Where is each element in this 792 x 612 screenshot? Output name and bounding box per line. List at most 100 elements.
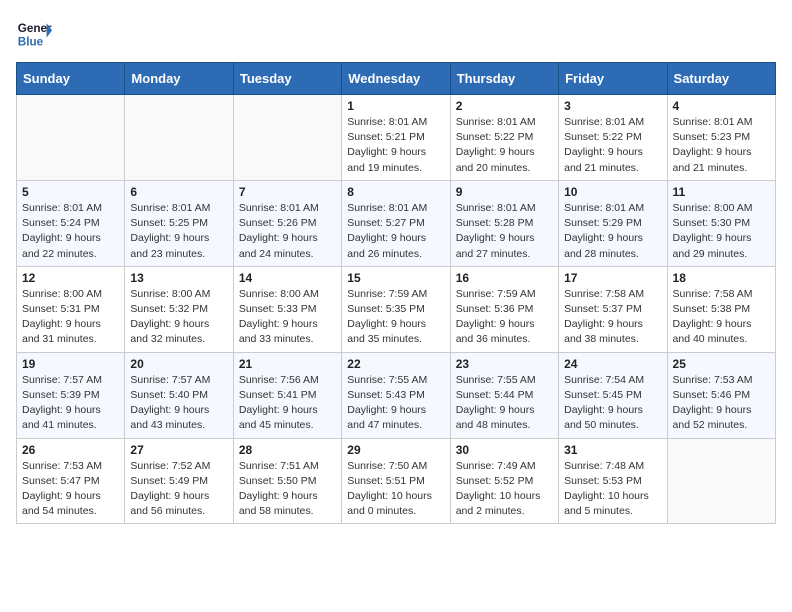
weekday-saturday: Saturday: [667, 63, 775, 95]
day-info: Sunrise: 8:01 AMSunset: 5:23 PMDaylight:…: [673, 115, 770, 176]
day-number: 9: [456, 185, 553, 199]
calendar-cell: 3Sunrise: 8:01 AMSunset: 5:22 PMDaylight…: [559, 95, 667, 181]
calendar-cell: 27 Sunrise: 7:52 AMSunset: 5:49 PMDayligh…: [125, 438, 233, 524]
day-info: Sunrise: 7:56 AMSunset: 5:41 PMDaylight:…: [239, 373, 336, 434]
day-info: Sunrise: 8:01 AMSunset: 5:28 PMDaylight:…: [456, 201, 553, 262]
day-info: Sunrise: 8:01 AMSunset: 5:24 PMDaylight:…: [22, 201, 119, 262]
calendar-cell: 11Sunrise: 8:00 AMSunset: 5:30 PMDayligh…: [667, 180, 775, 266]
calendar-cell: 6 Sunrise: 8:01 AMSunset: 5:25 PMDaylight…: [125, 180, 233, 266]
calendar-cell: 4 Sunrise: 8:01 AMSunset: 5:23 PMDaylight…: [667, 95, 775, 181]
calendar-cell: 14 Sunrise: 8:00 AMSunset: 5:33 PMDayligh…: [233, 266, 341, 352]
day-info: Sunrise: 7:58 AMSunset: 5:37 PMDaylight:…: [564, 287, 661, 348]
day-info: Sunrise: 7:55 AMSunset: 5:44 PMDaylight:…: [456, 373, 553, 434]
day-info: Sunrise: 8:01 AMSunset: 5:29 PMDaylight:…: [564, 201, 661, 262]
day-info: Sunrise: 7:48 AMSunset: 5:53 PMDaylight:…: [564, 459, 661, 520]
calendar-cell: 9 Sunrise: 8:01 AMSunset: 5:28 PMDaylight…: [450, 180, 558, 266]
day-number: 7: [239, 185, 336, 199]
day-number: 29: [347, 443, 444, 457]
weekday-tuesday: Tuesday: [233, 63, 341, 95]
day-info: Sunrise: 7:50 AMSunset: 5:51 PMDaylight:…: [347, 459, 444, 520]
calendar-cell: 21 Sunrise: 7:56 AMSunset: 5:41 PMDayligh…: [233, 352, 341, 438]
day-info: Sunrise: 8:01 AMSunset: 5:26 PMDaylight:…: [239, 201, 336, 262]
day-info: Sunrise: 8:00 AMSunset: 5:31 PMDaylight:…: [22, 287, 119, 348]
calendar-week-2: 5Sunrise: 8:01 AMSunset: 5:24 PMDaylight…: [17, 180, 776, 266]
day-info: Sunrise: 7:59 AMSunset: 5:35 PMDaylight:…: [347, 287, 444, 348]
calendar-header: SundayMondayTuesdayWednesdayThursdayFrid…: [17, 63, 776, 95]
day-number: 10: [564, 185, 661, 199]
day-info: Sunrise: 7:58 AMSunset: 5:38 PMDaylight:…: [673, 287, 770, 348]
calendar-table: SundayMondayTuesdayWednesdayThursdayFrid…: [16, 62, 776, 524]
day-number: 30: [456, 443, 553, 457]
day-number: 22: [347, 357, 444, 371]
calendar-cell: 17 Sunrise: 7:58 AMSunset: 5:37 PMDayligh…: [559, 266, 667, 352]
calendar-week-1: 1Sunrise: 8:01 AMSunset: 5:21 PMDaylight…: [17, 95, 776, 181]
day-info: Sunrise: 8:00 AMSunset: 5:32 PMDaylight:…: [130, 287, 227, 348]
calendar-cell: 28 Sunrise: 7:51 AMSunset: 5:50 PMDayligh…: [233, 438, 341, 524]
day-info: Sunrise: 8:01 AMSunset: 5:27 PMDaylight:…: [347, 201, 444, 262]
calendar-cell: 19Sunrise: 7:57 AMSunset: 5:39 PMDayligh…: [17, 352, 125, 438]
day-number: 12: [22, 271, 119, 285]
calendar-cell: 7 Sunrise: 8:01 AMSunset: 5:26 PMDaylight…: [233, 180, 341, 266]
day-number: 14: [239, 271, 336, 285]
page-header: General Blue: [16, 16, 776, 52]
calendar-cell: 26 Sunrise: 7:53 AMSunset: 5:47 PMDayligh…: [17, 438, 125, 524]
calendar-cell: [17, 95, 125, 181]
calendar-cell: 13 Sunrise: 8:00 AMSunset: 5:32 PMDayligh…: [125, 266, 233, 352]
calendar-cell: 30 Sunrise: 7:49 AMSunset: 5:52 PMDayligh…: [450, 438, 558, 524]
svg-text:Blue: Blue: [18, 36, 44, 49]
weekday-wednesday: Wednesday: [342, 63, 450, 95]
day-info: Sunrise: 8:00 AMSunset: 5:33 PMDaylight:…: [239, 287, 336, 348]
day-info: Sunrise: 7:51 AMSunset: 5:50 PMDaylight:…: [239, 459, 336, 520]
logo-icon: General Blue: [16, 16, 52, 52]
calendar-cell: 29 Sunrise: 7:50 AMSunset: 5:51 PMDayligh…: [342, 438, 450, 524]
weekday-monday: Monday: [125, 63, 233, 95]
day-info: Sunrise: 7:52 AMSunset: 5:49 PMDaylight:…: [130, 459, 227, 520]
logo: General Blue: [16, 16, 52, 52]
calendar-cell: [125, 95, 233, 181]
day-number: 21: [239, 357, 336, 371]
day-info: Sunrise: 7:53 AMSunset: 5:46 PMDaylight:…: [673, 373, 770, 434]
day-info: Sunrise: 8:01 AMSunset: 5:25 PMDaylight:…: [130, 201, 227, 262]
calendar-cell: 25Sunrise: 7:53 AMSunset: 5:46 PMDayligh…: [667, 352, 775, 438]
day-info: Sunrise: 8:00 AMSunset: 5:30 PMDaylight:…: [673, 201, 770, 262]
calendar-cell: 10 Sunrise: 8:01 AMSunset: 5:29 PMDayligh…: [559, 180, 667, 266]
calendar-week-4: 19Sunrise: 7:57 AMSunset: 5:39 PMDayligh…: [17, 352, 776, 438]
day-number: 28: [239, 443, 336, 457]
calendar-cell: 23 Sunrise: 7:55 AMSunset: 5:44 PMDayligh…: [450, 352, 558, 438]
day-number: 23: [456, 357, 553, 371]
day-info: Sunrise: 7:55 AMSunset: 5:43 PMDaylight:…: [347, 373, 444, 434]
day-info: Sunrise: 7:49 AMSunset: 5:52 PMDaylight:…: [456, 459, 553, 520]
calendar-cell: 22 Sunrise: 7:55 AMSunset: 5:43 PMDayligh…: [342, 352, 450, 438]
day-info: Sunrise: 7:57 AMSunset: 5:40 PMDaylight:…: [130, 373, 227, 434]
calendar-cell: [667, 438, 775, 524]
day-number: 27: [130, 443, 227, 457]
calendar-cell: 18 Sunrise: 7:58 AMSunset: 5:38 PMDayligh…: [667, 266, 775, 352]
calendar-cell: 16Sunrise: 7:59 AMSunset: 5:36 PMDayligh…: [450, 266, 558, 352]
day-info: Sunrise: 7:57 AMSunset: 5:39 PMDaylight:…: [22, 373, 119, 434]
calendar-cell: 1Sunrise: 8:01 AMSunset: 5:21 PMDaylight…: [342, 95, 450, 181]
calendar-cell: 15 Sunrise: 7:59 AMSunset: 5:35 PMDayligh…: [342, 266, 450, 352]
calendar-cell: 31 Sunrise: 7:48 AMSunset: 5:53 PMDayligh…: [559, 438, 667, 524]
calendar-cell: [233, 95, 341, 181]
day-number: 18: [673, 271, 770, 285]
day-number: 13: [130, 271, 227, 285]
day-number: 17: [564, 271, 661, 285]
day-info: Sunrise: 8:01 AMSunset: 5:22 PMDaylight:…: [456, 115, 553, 176]
calendar-cell: 12 Sunrise: 8:00 AMSunset: 5:31 PMDayligh…: [17, 266, 125, 352]
day-number: 4: [673, 99, 770, 113]
day-number: 1: [347, 99, 444, 113]
day-info: Sunrise: 8:01 AMSunset: 5:22 PMDaylight:…: [564, 115, 661, 176]
day-info: Sunrise: 7:53 AMSunset: 5:47 PMDaylight:…: [22, 459, 119, 520]
day-number: 24: [564, 357, 661, 371]
day-number: 20: [130, 357, 227, 371]
day-number: 16: [456, 271, 553, 285]
day-number: 15: [347, 271, 444, 285]
day-number: 6: [130, 185, 227, 199]
weekday-header-row: SundayMondayTuesdayWednesdayThursdayFrid…: [17, 63, 776, 95]
weekday-friday: Friday: [559, 63, 667, 95]
weekday-sunday: Sunday: [17, 63, 125, 95]
day-number: 26: [22, 443, 119, 457]
calendar-cell: 5Sunrise: 8:01 AMSunset: 5:24 PMDaylight…: [17, 180, 125, 266]
calendar-body: 1Sunrise: 8:01 AMSunset: 5:21 PMDaylight…: [17, 95, 776, 524]
day-number: 31: [564, 443, 661, 457]
